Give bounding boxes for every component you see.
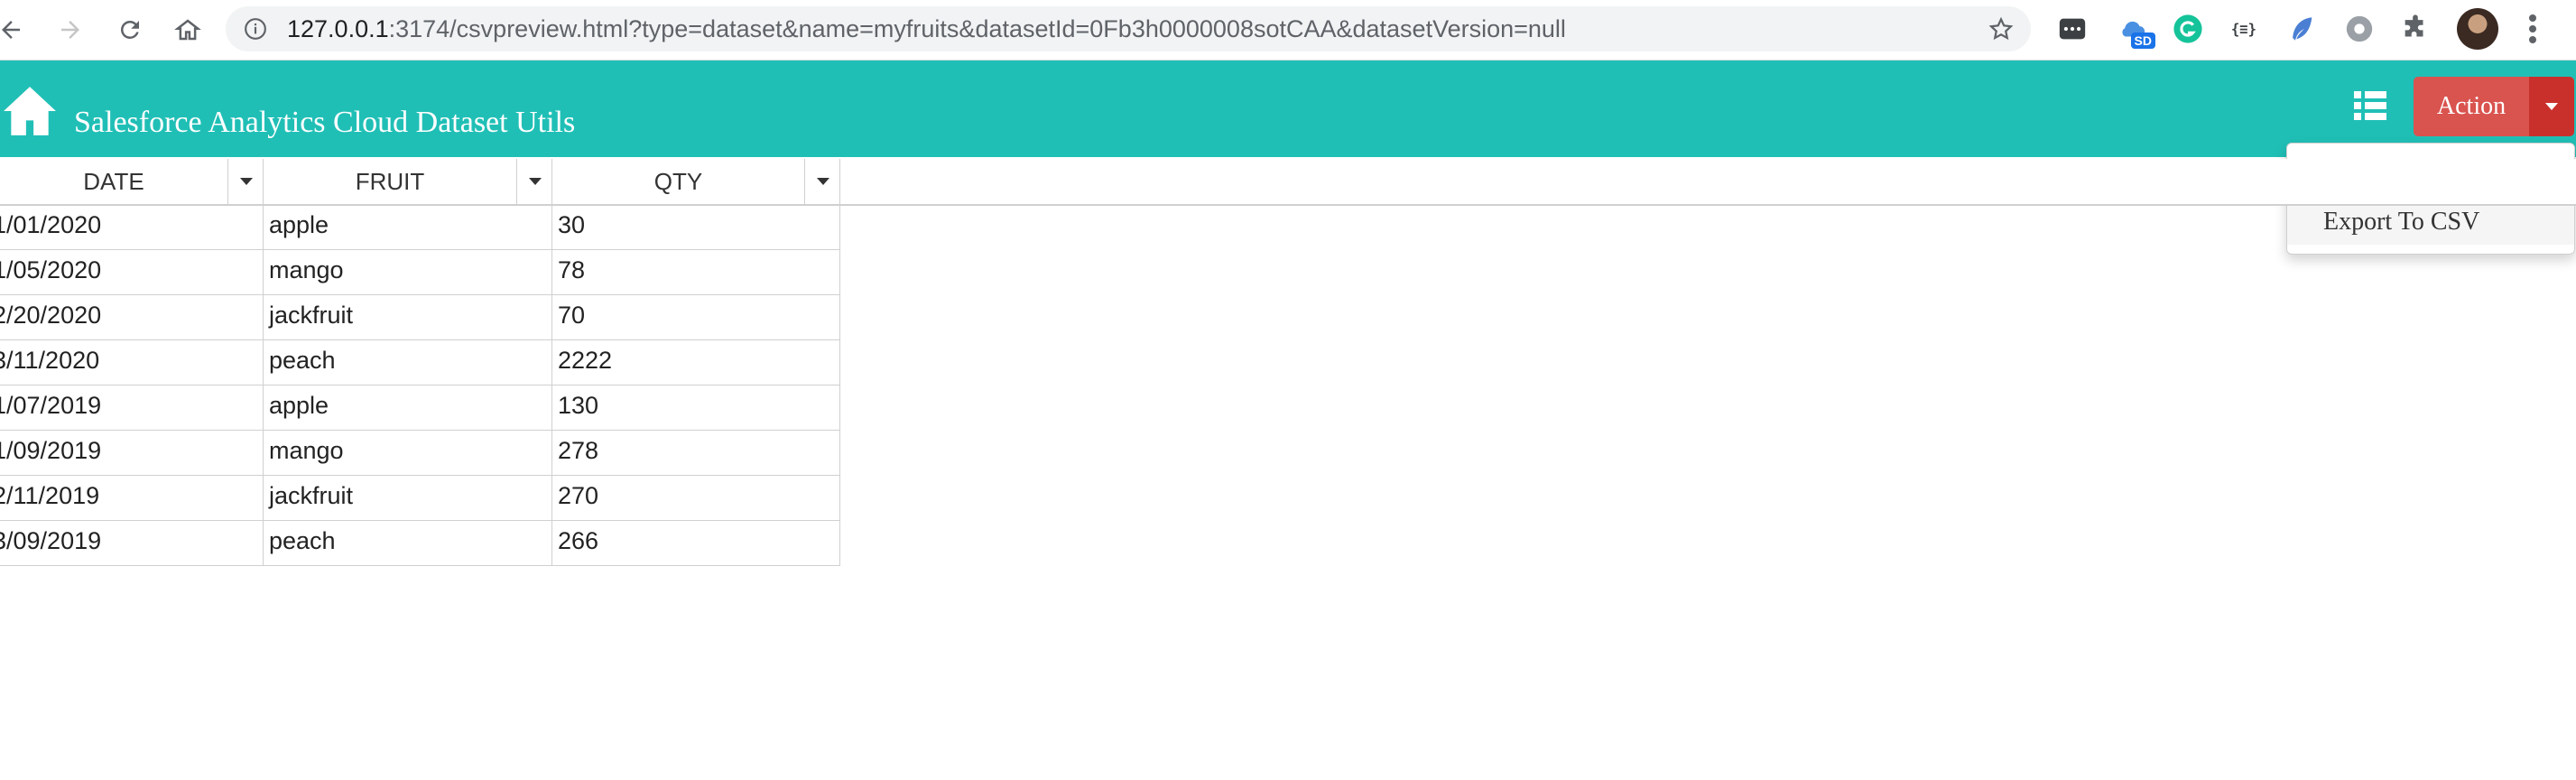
qty-cell[interactable]: 2222 bbox=[552, 340, 840, 385]
qty-cell[interactable]: 270 bbox=[552, 476, 840, 521]
caret-down-icon bbox=[2545, 103, 2558, 110]
extension-dots-icon[interactable] bbox=[2054, 11, 2090, 47]
grammarly-icon[interactable] bbox=[2170, 11, 2206, 47]
fruit-cell[interactable]: apple bbox=[264, 385, 552, 431]
date-cell[interactable]: 3/09/2019 bbox=[0, 521, 264, 566]
column-label: FRUIT bbox=[355, 168, 425, 195]
url-text: 127.0.0.1:3174/csvpreview.html?type=data… bbox=[287, 6, 1566, 51]
qty-cell[interactable]: 70 bbox=[552, 295, 840, 340]
url-path: :3174/csvpreview.html?type=dataset&name=… bbox=[388, 15, 1566, 42]
caret-down-icon bbox=[239, 178, 253, 185]
qty-cell[interactable]: 30 bbox=[552, 205, 840, 250]
svg-text:{≡}: {≡} bbox=[2231, 22, 2256, 38]
reload-icon bbox=[120, 20, 139, 39]
date-cell[interactable]: 1/07/2019 bbox=[0, 385, 264, 431]
fruit-cell[interactable]: peach bbox=[264, 521, 552, 566]
fruit-cell[interactable]: peach bbox=[264, 340, 552, 385]
column-menu-button[interactable] bbox=[516, 159, 552, 204]
qty-cell[interactable]: 266 bbox=[552, 521, 840, 566]
action-button[interactable]: Action bbox=[2414, 77, 2529, 136]
back-arrow-icon bbox=[2, 21, 20, 39]
fruit-cell[interactable]: mango bbox=[264, 250, 552, 295]
date-cell[interactable]: 1/05/2020 bbox=[0, 250, 264, 295]
fruit-cell[interactable]: mango bbox=[264, 431, 552, 476]
action-dropdown-toggle[interactable] bbox=[2529, 77, 2574, 136]
caret-down-icon bbox=[816, 178, 829, 185]
action-button-group: Action bbox=[2414, 77, 2574, 136]
date-cell[interactable]: 2/20/2020 bbox=[0, 295, 264, 340]
list-view-icon[interactable] bbox=[2352, 88, 2388, 124]
browser-toolbar: 127.0.0.1:3174/csvpreview.html?type=data… bbox=[0, 0, 2576, 60]
home-icon[interactable] bbox=[2, 84, 58, 138]
app-header: Salesforce Analytics Cloud Dataset Utils… bbox=[0, 60, 2576, 157]
reload-button[interactable] bbox=[112, 12, 148, 48]
date-cell[interactable]: 1/09/2019 bbox=[0, 431, 264, 476]
site-info-icon[interactable] bbox=[244, 17, 267, 41]
back-button[interactable] bbox=[0, 12, 29, 48]
date-cell[interactable]: 2/11/2019 bbox=[0, 476, 264, 521]
json-viewer-icon[interactable]: {≡} bbox=[2226, 11, 2262, 47]
feather-icon[interactable] bbox=[2284, 11, 2320, 47]
column-label: DATE bbox=[83, 168, 144, 195]
date-cell[interactable]: 3/11/2020 bbox=[0, 340, 264, 385]
profile-avatar[interactable] bbox=[2457, 8, 2498, 50]
browser-menu-icon[interactable] bbox=[2518, 11, 2547, 47]
home-button[interactable] bbox=[170, 12, 206, 48]
column-header-fruit[interactable]: FRUIT bbox=[264, 159, 552, 204]
date-cell[interactable]: 1/01/2020 bbox=[0, 205, 264, 250]
forward-arrow-icon bbox=[61, 21, 79, 39]
column-header-qty[interactable]: QTY bbox=[552, 159, 840, 204]
address-bar[interactable]: 127.0.0.1:3174/csvpreview.html?type=data… bbox=[226, 6, 2031, 51]
bookmark-star-icon[interactable] bbox=[1988, 15, 2015, 42]
column-header-date[interactable]: DATE bbox=[0, 159, 264, 204]
qty-cell[interactable]: 78 bbox=[552, 250, 840, 295]
caret-down-icon bbox=[528, 178, 542, 185]
fruit-cell[interactable]: jackfruit bbox=[264, 476, 552, 521]
extension-badge: SD bbox=[2130, 32, 2155, 49]
menu-item-export-csv[interactable]: Export To CSV bbox=[2287, 200, 2574, 245]
browser-home-icon bbox=[174, 19, 201, 41]
fruit-cell[interactable]: apple bbox=[264, 205, 552, 250]
url-host: 127.0.0.1 bbox=[287, 15, 389, 42]
column-menu-button[interactable] bbox=[804, 159, 840, 204]
column-label: QTY bbox=[653, 168, 703, 195]
column-menu-button[interactable] bbox=[227, 159, 264, 204]
forward-button[interactable] bbox=[52, 12, 88, 48]
grid-header: DATE FRUIT QTY bbox=[0, 159, 2576, 206]
extensions-puzzle-icon[interactable] bbox=[2397, 11, 2433, 47]
app-title: Salesforce Analytics Cloud Dataset Utils bbox=[74, 106, 576, 139]
fruit-cell[interactable]: jackfruit bbox=[264, 295, 552, 340]
qty-cell[interactable]: 130 bbox=[552, 385, 840, 431]
cloud-extension-icon[interactable]: SD bbox=[2114, 11, 2155, 49]
qty-cell[interactable]: 278 bbox=[552, 431, 840, 476]
settings-extension-icon[interactable] bbox=[2341, 11, 2377, 47]
